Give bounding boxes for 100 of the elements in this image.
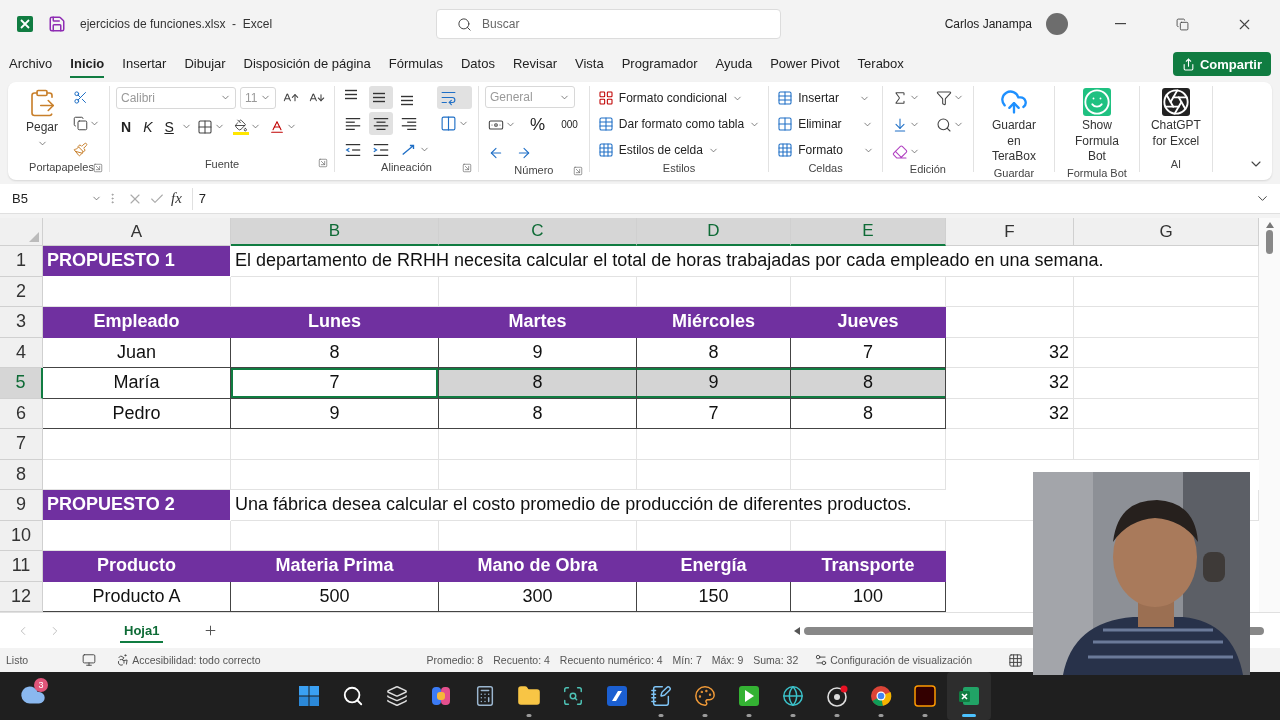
row-header[interactable]: 11 — [0, 551, 43, 582]
scroll-thumb[interactable] — [1266, 230, 1273, 254]
menu-tab[interactable]: Archivo — [9, 50, 53, 78]
menu-tab[interactable]: Power Pivot — [770, 50, 840, 78]
cloud-upload-icon — [999, 88, 1028, 116]
share-icon — [1181, 57, 1195, 71]
empty-cell[interactable] — [439, 429, 637, 460]
styles-command[interactable]: Dar formato como tabla — [595, 112, 763, 136]
name-box[interactable]: B5 — [8, 187, 106, 210]
column-header[interactable]: C — [439, 218, 637, 246]
menu-tab[interactable]: Revisar — [512, 50, 557, 78]
column-header[interactable]: F — [946, 218, 1074, 246]
row-header[interactable]: 6 — [0, 398, 43, 429]
group-label: Estilos — [662, 162, 696, 174]
align-option-button[interactable] — [369, 86, 393, 109]
paint-bucket-icon — [232, 118, 249, 135]
row-header[interactable]: 12 — [0, 581, 43, 612]
avatar[interactable] — [1046, 13, 1068, 35]
menu-tab[interactable]: Datos — [460, 50, 495, 78]
empty-cell[interactable] — [231, 429, 439, 460]
row-header[interactable]: 10 — [0, 520, 43, 551]
accessibility-status[interactable]: Accesibilidad: todo correcto — [132, 654, 261, 666]
menu-tab[interactable]: Vista — [575, 50, 604, 78]
formula-bot-button[interactable]: Show Formula Bot — [1060, 86, 1133, 167]
row-header[interactable]: 9 — [0, 490, 43, 521]
empty-cell[interactable] — [946, 276, 1074, 307]
menu-tab[interactable]: Ayuda — [715, 50, 753, 78]
cells-command[interactable]: Formato — [775, 138, 876, 162]
cells-command[interactable]: Insertar — [775, 86, 876, 110]
search-icon — [457, 16, 473, 32]
formula-field[interactable]: 7 — [191, 187, 1245, 210]
underline-button[interactable]: S — [159, 115, 179, 138]
percent-button[interactable]: % — [525, 113, 551, 136]
styles-command[interactable]: Estilos de celda — [595, 138, 763, 162]
paste-button[interactable]: Pegar — [20, 86, 64, 161]
menu-tab[interactable]: Insertar — [122, 50, 167, 78]
minimize-icon — [1114, 23, 1126, 25]
vertical-scrollbar[interactable] — [1259, 218, 1280, 612]
sheet-tab[interactable]: Hoja1 — [120, 618, 164, 643]
status-text: Listo — [6, 654, 29, 666]
folder-icon — [517, 684, 541, 708]
menu-tab[interactable]: Dibujar — [184, 50, 226, 78]
table-cell: 8 — [791, 368, 946, 399]
row-header[interactable]: 5 — [0, 368, 43, 399]
menu-tab[interactable]: Fórmulas — [388, 50, 443, 78]
taskbar-button[interactable] — [947, 672, 991, 720]
row-header[interactable]: 2 — [0, 276, 43, 307]
wrap-text-icon — [440, 89, 457, 106]
empty-cell[interactable] — [791, 459, 946, 490]
scroll-left-icon[interactable] — [794, 626, 800, 635]
align-top-icon — [344, 89, 358, 100]
group-label: Edición — [909, 163, 946, 175]
cells-command[interactable]: Eliminar — [775, 112, 876, 136]
display-settings-link[interactable]: Configuración de visualización — [830, 654, 973, 666]
filter-icon — [935, 89, 952, 106]
table-cell: 9 — [231, 398, 439, 429]
selection-statistic: Recuento numérico: 4 — [559, 654, 663, 666]
menu-tab[interactable]: Disposición de página — [243, 50, 371, 78]
italic-button[interactable]: K — [138, 115, 158, 138]
row-header[interactable]: 3 — [0, 307, 43, 338]
row-header[interactable]: 1 — [0, 246, 43, 277]
terabox-button[interactable]: Guardar en TeraBox — [979, 86, 1048, 167]
column-heading: Mano de Obra — [439, 551, 637, 582]
align-option-button[interactable] — [369, 112, 393, 135]
empty-cell[interactable] — [946, 429, 1074, 460]
table-cell: Juan — [43, 337, 231, 368]
column-header[interactable]: G — [1074, 218, 1259, 246]
row-header[interactable]: 4 — [0, 337, 43, 368]
selection-statistic: Suma: 32 — [753, 654, 799, 666]
empty-cell[interactable] — [439, 459, 637, 490]
empty-cell[interactable] — [231, 459, 439, 490]
column-header[interactable]: E — [791, 218, 946, 246]
save-icon — [48, 15, 66, 33]
group-label: Fuente — [204, 158, 240, 170]
menu-tab[interactable]: Inicio — [70, 50, 105, 78]
column-header[interactable]: D — [637, 218, 791, 246]
row-header[interactable]: 7 — [0, 429, 43, 460]
column-header[interactable]: A — [43, 218, 231, 246]
thousands-button[interactable]: 000 — [556, 113, 583, 136]
menu-tab[interactable]: Programador — [621, 50, 698, 78]
bold-button[interactable]: N — [116, 115, 137, 138]
empty-cell[interactable] — [791, 429, 946, 460]
chatgpt-button[interactable]: ChatGPT for Excel — [1145, 86, 1206, 156]
empty-cell[interactable] — [637, 429, 791, 460]
column-header[interactable]: B — [231, 218, 439, 246]
scroll-up-icon[interactable] — [1265, 222, 1274, 228]
cell-styles-icon — [597, 142, 614, 158]
column-heading: Empleado — [43, 307, 231, 338]
accessibility-icon — [116, 653, 131, 667]
styles-command[interactable]: Formato condicional — [595, 86, 763, 110]
search-field[interactable]: Buscar — [436, 9, 782, 39]
group-label: Número — [514, 164, 554, 176]
group-label: Celdas — [808, 162, 843, 174]
insert-function-button[interactable]: fx — [171, 190, 182, 207]
empty-cell[interactable] — [637, 459, 791, 490]
table-cell: 7 — [231, 368, 439, 399]
column-heading: Lunes — [231, 307, 439, 338]
menu-tab[interactable]: Terabox — [857, 50, 904, 78]
share-button[interactable]: Compartir — [1172, 52, 1271, 76]
row-header[interactable]: 8 — [0, 459, 43, 490]
